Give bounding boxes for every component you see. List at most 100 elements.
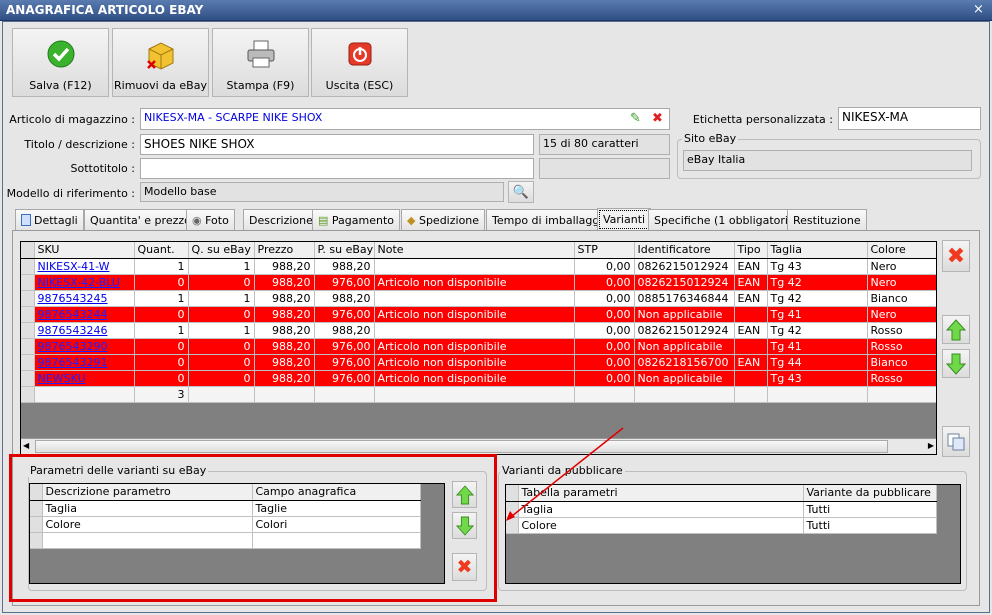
search-button[interactable]: 🔍 <box>508 181 534 203</box>
sku-link[interactable]: 9876543291 <box>38 356 108 369</box>
cell-q[interactable]: 0 <box>134 354 189 371</box>
row-header[interactable] <box>21 370 35 387</box>
remove-from-ebay-button[interactable]: Rimuovi da eBay <box>112 28 209 97</box>
col-colore[interactable]: Colore <box>867 242 936 259</box>
cell-note[interactable]: Articolo non disponibile <box>374 338 575 355</box>
titolo-field[interactable]: SHOES NIKE SHOX <box>140 134 534 155</box>
print-button[interactable]: Stampa (F9) <box>212 28 309 97</box>
sottotitolo-field[interactable] <box>140 158 534 179</box>
tab-foto[interactable]: ◉ Foto <box>186 209 235 231</box>
cell-sku[interactable]: 9876543245 <box>34 290 135 307</box>
cell-stp[interactable]: 0,00 <box>574 258 635 275</box>
cell-tipo[interactable]: EAN <box>734 274 768 291</box>
cell-sku[interactable]: 9876543246 <box>34 322 135 339</box>
etichetta-field[interactable]: NIKESX-MA <box>838 107 981 130</box>
tab-spedizione[interactable]: ◆ Spedizione <box>401 209 486 231</box>
cell-note[interactable] <box>374 258 575 275</box>
cell-stp[interactable]: 0,00 <box>574 354 635 371</box>
variant-row[interactable]: 9876543246 1 1 988,20 988,20 0,00 082621501292… <box>21 322 936 339</box>
col-p-ebay[interactable]: P. su eBay <box>314 242 375 259</box>
tab-specifiche[interactable]: Specifiche (1 obbligatorie) <box>648 209 806 231</box>
tab-dettagli[interactable]: Dettagli <box>15 209 84 231</box>
cell-q[interactable]: 1 <box>134 290 189 307</box>
cell-stp[interactable]: 0,00 <box>574 338 635 355</box>
cell-q[interactable]: 0 <box>134 338 189 355</box>
row-header[interactable] <box>21 258 35 275</box>
cell-id[interactable]: 0826218156700 <box>634 354 735 371</box>
col-note[interactable]: Note <box>374 242 575 259</box>
col-identificatore[interactable]: Identificatore <box>634 242 735 259</box>
variant-row[interactable]: 9876543290 0 0 988,20 976,00 Articolo non dis… <box>21 338 936 355</box>
cell-sku[interactable]: 9876543291 <box>34 354 135 371</box>
cell-pe[interactable]: 988,20 <box>314 258 375 275</box>
cell[interactable]: Tutti <box>803 501 937 518</box>
variant-row[interactable]: NIKESX-42-BLU 0 0 988,20 976,00 Articolo non … <box>21 274 936 291</box>
cell-taglia[interactable]: Tg 42 <box>767 322 868 339</box>
cell-note[interactable]: Articolo non disponibile <box>374 306 575 323</box>
publish-row[interactable]: Taglia Tutti <box>506 501 937 518</box>
articolo-field[interactable]: NIKESX-MA - SCARPE NIKE SHOX <box>140 108 670 130</box>
row-header[interactable] <box>21 290 35 307</box>
cell-id[interactable]: 0885176346844 <box>634 290 735 307</box>
col-prezzo[interactable]: Prezzo <box>254 242 315 259</box>
cell-colore[interactable]: Nero <box>867 274 936 291</box>
tab-quantita-prezzo[interactable]: Quantita' e prezzo <box>84 209 197 231</box>
clear-icon[interactable]: ✖ <box>652 111 663 126</box>
sku-link[interactable]: 9876543290 <box>38 340 108 353</box>
cell-qe[interactable]: 0 <box>188 274 255 291</box>
cell-qe[interactable]: 0 <box>188 354 255 371</box>
cell-id[interactable]: Non applicabile <box>634 370 735 387</box>
cell-id[interactable]: Non applicabile <box>634 306 735 323</box>
sku-link[interactable]: 9876543244 <box>38 308 108 321</box>
cell-sku[interactable]: NIKESX-42-BLU <box>34 274 135 291</box>
edit-pencil-icon[interactable]: ✎ <box>630 111 641 126</box>
cell-pe[interactable]: 976,00 <box>314 338 375 355</box>
close-icon[interactable]: × <box>971 2 986 17</box>
cell-colore[interactable]: Rosso <box>867 322 936 339</box>
cell-p[interactable]: 988,20 <box>254 290 315 307</box>
cell-p[interactable]: 988,20 <box>254 338 315 355</box>
cell-note[interactable]: Articolo non disponibile <box>374 370 575 387</box>
cell[interactable]: Tutti <box>803 517 937 534</box>
tab-descrizione[interactable]: Descrizione <box>243 209 319 231</box>
sku-link[interactable]: NIKESX-41-W <box>38 260 110 273</box>
cell-sku[interactable]: NEWSKU <box>34 370 135 387</box>
cell-taglia[interactable]: Tg 41 <box>767 338 868 355</box>
cell-id[interactable]: 0826215012924 <box>634 274 735 291</box>
move-down-button[interactable] <box>942 349 970 378</box>
cell-pe[interactable]: 976,00 <box>314 274 375 291</box>
cell-stp[interactable]: 0,00 <box>574 274 635 291</box>
scroll-right-icon[interactable]: ▶ <box>928 441 934 450</box>
cell-taglia[interactable]: Tg 42 <box>767 274 868 291</box>
cell-taglia[interactable]: Tg 41 <box>767 306 868 323</box>
row-header[interactable] <box>21 306 35 323</box>
cell-taglia[interactable]: Tg 42 <box>767 290 868 307</box>
cell-tipo[interactable]: EAN <box>734 258 768 275</box>
cell-colore[interactable]: Rosso <box>867 338 936 355</box>
cell-colore[interactable]: Nero <box>867 306 936 323</box>
horizontal-scrollbar[interactable]: ◀ ▶ <box>21 438 936 454</box>
cell-tipo[interactable] <box>734 370 768 387</box>
cell-qe[interactable]: 0 <box>188 338 255 355</box>
col-tipo[interactable]: Tipo <box>734 242 768 259</box>
cell-q[interactable]: 0 <box>134 274 189 291</box>
cell-colore[interactable]: Nero <box>867 258 936 275</box>
delete-variant-button[interactable]: ✖ <box>942 240 970 272</box>
cell-pe[interactable]: 976,00 <box>314 306 375 323</box>
tab-pagamento[interactable]: ▤ Pagamento <box>312 209 401 231</box>
cell-note[interactable]: Articolo non disponibile <box>374 274 575 291</box>
cell-pe[interactable]: 976,00 <box>314 370 375 387</box>
cell-id[interactable]: 0826215012924 <box>634 322 735 339</box>
tab-varianti[interactable]: Varianti <box>597 208 652 231</box>
cell-pe[interactable]: 988,20 <box>314 322 375 339</box>
row-header[interactable] <box>21 338 35 355</box>
cell-qe[interactable]: 1 <box>188 258 255 275</box>
cell-qe[interactable]: 1 <box>188 290 255 307</box>
cell-p[interactable]: 988,20 <box>254 322 315 339</box>
scroll-thumb[interactable] <box>35 440 888 453</box>
col-variante-pubblicare[interactable]: Variante da pubblicare <box>803 485 937 502</box>
save-button[interactable]: Salva (F12) <box>12 28 109 97</box>
move-up-button[interactable] <box>942 315 970 344</box>
cell-tipo[interactable]: EAN <box>734 322 768 339</box>
copy-button[interactable] <box>942 426 970 457</box>
